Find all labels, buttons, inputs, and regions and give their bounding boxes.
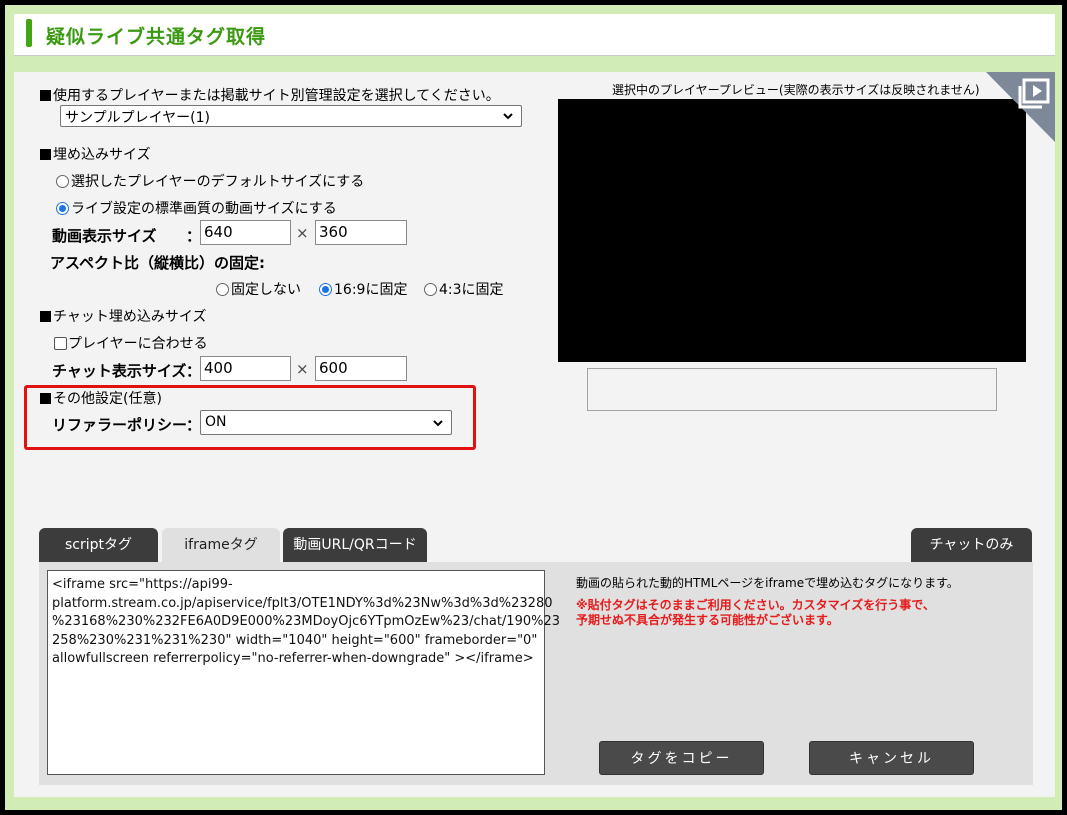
- tab-chat-only[interactable]: チャットのみ: [911, 528, 1032, 562]
- warning-line-1: ※貼付タグはそのままご利用ください。カスタマイズを行う事で、: [576, 598, 935, 612]
- radio-aspect-4-3[interactable]: 4:3に固定: [424, 279, 504, 299]
- times-sign: ×: [296, 224, 309, 242]
- radio-unselected-icon[interactable]: [424, 283, 437, 296]
- radio-selected-icon[interactable]: [56, 202, 69, 215]
- bullet-square-icon: [40, 393, 51, 404]
- colon: ：: [186, 416, 202, 434]
- radio-unselected-icon[interactable]: [216, 283, 229, 296]
- chevron-down-icon: [433, 420, 443, 427]
- warning-line-2: 予期せぬ不具合が発生する可能性がございます。: [576, 613, 839, 627]
- preview-footer-box: [587, 368, 997, 411]
- chevron-down-icon: [503, 113, 513, 120]
- referrer-policy-label: リファラーポリシー: [52, 416, 188, 434]
- video-display-size-label: 動画表示サイズ: [52, 227, 157, 245]
- preview-toggle-icon[interactable]: [986, 72, 1055, 142]
- cancel-button[interactable]: キャンセル: [809, 741, 974, 775]
- header-accent-bar: [26, 19, 32, 47]
- colon: ：: [186, 227, 202, 245]
- tab-content: <iframe src="https://api99- platform.str…: [39, 562, 1033, 785]
- chat-height-input[interactable]: 600: [315, 356, 407, 381]
- radio-aspect-16-9[interactable]: 16:9に固定: [319, 279, 407, 299]
- video-width-input[interactable]: 640: [200, 220, 291, 245]
- embed-size-section-label: 埋め込みサイズ: [40, 144, 151, 164]
- tab-iframe[interactable]: iframeタグ: [162, 528, 280, 562]
- code-line: 258%230%231%231%230" width="1040" height…: [52, 632, 538, 648]
- colon: ：: [186, 362, 202, 380]
- chat-width-input[interactable]: 400: [200, 356, 291, 381]
- other-settings-section-label: その他設定(任意): [40, 388, 162, 408]
- radio-selected-icon[interactable]: [319, 283, 332, 296]
- referrer-policy-select[interactable]: ON: [200, 410, 452, 435]
- settings-panel: 使用するプレイヤーまたは掲載サイト別管理設定を選択してください。 サンプルプレイ…: [14, 72, 1055, 797]
- bullet-square-icon: [40, 90, 51, 101]
- code-line: %23168%230%232FE6A0D9E000%23MDoyOjc6YTpm…: [52, 614, 561, 629]
- tag-warning: ※貼付タグはそのままご利用ください。カスタマイズを行う事で、 予期せぬ不具合が発…: [576, 598, 935, 628]
- page-title: 疑似ライブ共通タグ取得: [46, 26, 267, 48]
- radio-aspect-none[interactable]: 固定しない: [216, 279, 301, 299]
- radio-unselected-icon[interactable]: [56, 175, 69, 188]
- preview-label: 選択中のプレイヤープレビュー(実際の表示サイズは反映されません): [612, 83, 980, 97]
- tab-script[interactable]: scriptタグ: [39, 528, 158, 562]
- tab-url-qr[interactable]: 動画URL/QRコード: [283, 528, 427, 562]
- copy-tag-button[interactable]: タグをコピー: [599, 741, 764, 775]
- player-preview[interactable]: [558, 99, 1026, 362]
- iframe-code-textarea[interactable]: <iframe src="https://api99- platform.str…: [47, 570, 561, 775]
- tag-tabs: scriptタグ iframeタグ 動画URL/QRコード チャットのみ <if…: [39, 528, 1033, 785]
- bullet-square-icon: [40, 311, 51, 322]
- bullet-square-icon: [40, 149, 51, 160]
- chat-section-label: チャット埋め込みサイズ: [40, 306, 206, 326]
- checkbox-icon[interactable]: [54, 337, 67, 350]
- code-line: <iframe src="https://api99-: [52, 577, 233, 592]
- page-header: 疑似ライブ共通タグ取得: [14, 14, 1055, 56]
- code-line: platform.stream.co.jp/apiservice/fplt3/O…: [52, 595, 553, 611]
- times-sign: ×: [296, 360, 309, 378]
- tag-description: 動画の貼られた動的HTMLページをiframeで埋め込むタグになります。: [576, 576, 959, 590]
- player-select[interactable]: サンプルプレイヤー(1): [60, 105, 522, 127]
- player-section-label: 使用するプレイヤーまたは掲載サイト別管理設定を選択してください。: [40, 85, 500, 105]
- chat-fit-player-checkbox[interactable]: プレイヤーに合わせる: [54, 333, 208, 353]
- video-height-input[interactable]: 360: [315, 220, 407, 245]
- chat-display-size-label: チャット表示サイズ: [52, 362, 187, 380]
- radio-live-size[interactable]: ライブ設定の標準画質の動画サイズにする: [56, 198, 337, 218]
- aspect-ratio-label: アスペクト比（縦横比）の固定:: [50, 254, 265, 272]
- radio-default-size[interactable]: 選択したプレイヤーのデフォルトサイズにする: [56, 171, 364, 191]
- code-line: allowfullscreen referrerpolicy="no-refer…: [52, 651, 534, 666]
